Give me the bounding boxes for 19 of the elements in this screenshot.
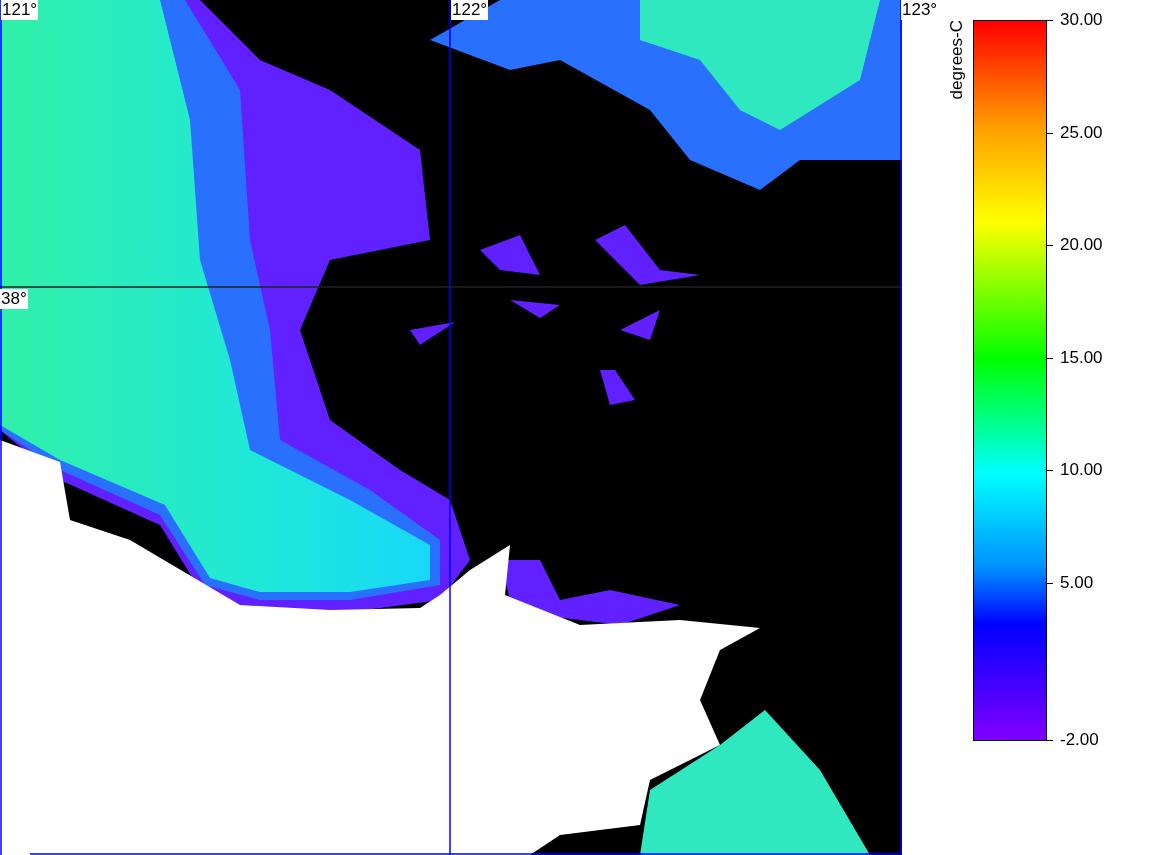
- tick-label: 25.00: [1060, 122, 1103, 143]
- tick-label: 10.00: [1060, 460, 1103, 480]
- tick-label: 20.00: [1060, 235, 1103, 255]
- tick-mark: [1047, 132, 1053, 134]
- tick-label: 15.00: [1060, 347, 1103, 368]
- tick-mark: [1047, 740, 1053, 741]
- latitude-label: 38°: [0, 289, 28, 309]
- tick-label: -2.00: [1060, 730, 1099, 750]
- longitude-label: 122°: [451, 0, 489, 20]
- longitude-label: 123°: [901, 0, 939, 20]
- tick-mark: [1047, 245, 1053, 246]
- tick-mark: [1047, 20, 1053, 21]
- tick-mark: [1047, 470, 1053, 471]
- tick-label: 5.00: [1060, 572, 1094, 593]
- longitude-label: 121°: [1, 0, 39, 20]
- tick-mark: [1047, 582, 1053, 584]
- tick-label: 30.00: [1060, 10, 1103, 30]
- tick-mark: [1047, 357, 1053, 359]
- colorbar-title: degrees-C: [947, 20, 967, 100]
